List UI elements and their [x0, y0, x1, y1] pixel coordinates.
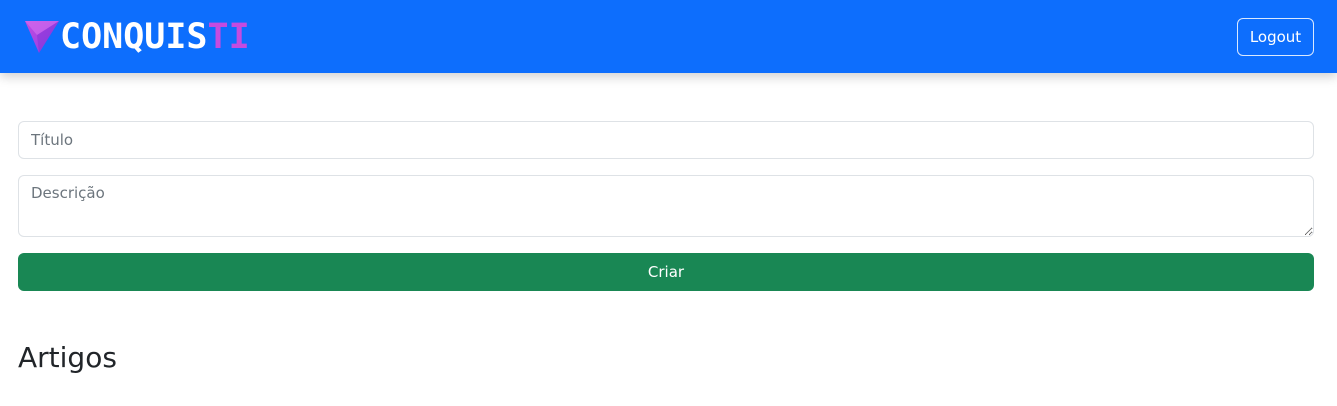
create-button[interactable]: Criar: [18, 253, 1314, 291]
brand-name-main: CONQUIS: [60, 17, 208, 57]
logout-button[interactable]: Logout: [1237, 18, 1314, 56]
description-textarea[interactable]: [18, 175, 1314, 237]
top-navbar: CONQUISTI Logout: [0, 0, 1337, 73]
paper-plane-icon: [25, 21, 59, 53]
brand-name-accent: TI: [207, 17, 250, 57]
articles-heading: Artigos: [18, 341, 117, 374]
brand-name: CONQUISTI: [60, 19, 250, 55]
title-input[interactable]: [18, 121, 1314, 159]
brand-logo[interactable]: CONQUISTI: [24, 19, 250, 55]
